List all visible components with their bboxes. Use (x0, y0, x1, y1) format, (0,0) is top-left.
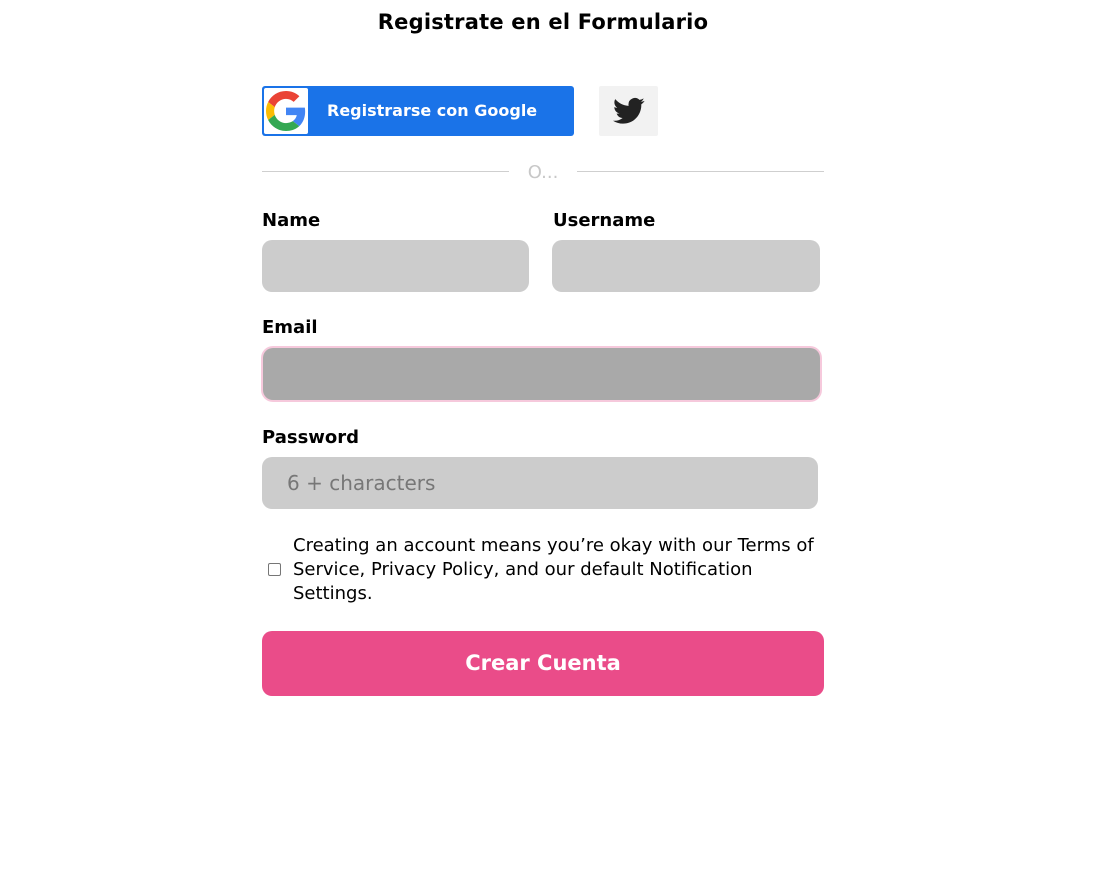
name-input[interactable] (262, 240, 529, 292)
google-signup-button[interactable]: Registrarse con Google (262, 86, 574, 136)
divider-text: O... (527, 162, 559, 183)
terms-row: Creating an account means you’re okay wi… (262, 534, 824, 606)
terms-checkbox[interactable] (268, 563, 281, 576)
username-input[interactable] (552, 240, 820, 292)
social-login-row: Registrarse con Google (262, 86, 824, 136)
divider-line-right (577, 171, 824, 172)
name-label: Name (262, 210, 321, 231)
password-input[interactable] (262, 457, 818, 509)
google-signup-label: Registrarse con Google (327, 101, 538, 120)
email-label: Email (262, 317, 318, 338)
username-label: Username (553, 210, 656, 231)
terms-text: Creating an account means you’re okay wi… (293, 535, 814, 604)
password-label: Password (262, 427, 360, 448)
page-title: Registrate en el Formulario (377, 10, 709, 34)
twitter-icon (612, 98, 645, 124)
twitter-signup-button[interactable] (599, 86, 658, 136)
divider-line-left (262, 171, 509, 172)
signup-page: Registrate en el Formulario Registrarse … (0, 0, 1112, 894)
create-account-button[interactable]: Crear Cuenta (262, 631, 824, 696)
email-input[interactable] (263, 348, 820, 400)
google-icon (264, 88, 308, 134)
or-divider: O... (262, 160, 824, 186)
